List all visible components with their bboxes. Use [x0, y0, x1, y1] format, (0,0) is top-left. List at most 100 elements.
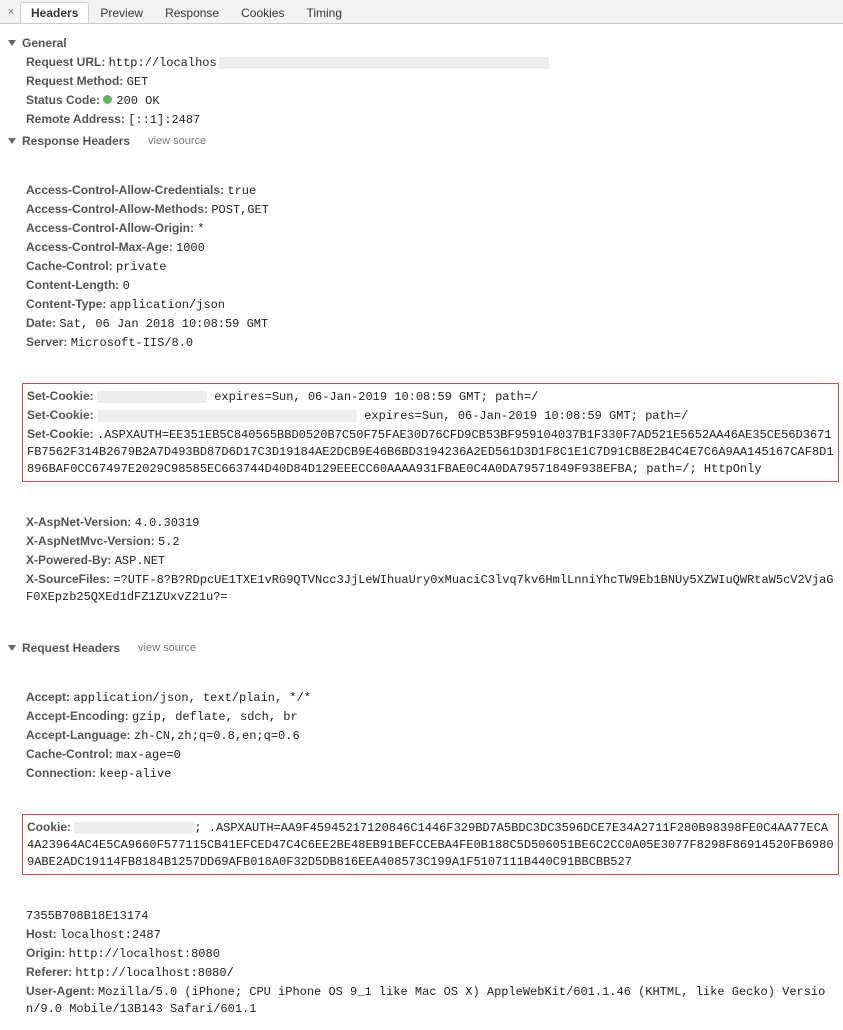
header-key: Cache-Control:	[26, 259, 116, 273]
header-key: Request URL:	[26, 55, 109, 69]
header-row: Request Method: GET	[26, 73, 835, 90]
header-row: Set-Cookie: . expires=Sun, 06-Jan-2019 1…	[27, 388, 834, 405]
header-key: Access-Control-Allow-Origin:	[26, 221, 197, 235]
header-value: 200 OK	[116, 94, 159, 108]
header-row: Host: localhost:2487	[26, 926, 835, 943]
request-rows: Accept: application/json, text/plain, */…	[8, 659, 835, 1030]
tabbar: × HeadersPreviewResponseCookiesTiming	[0, 0, 843, 24]
header-row: X-SourceFiles: =?UTF-8?B?RDpcUE1TXE1vRG9…	[26, 571, 835, 605]
header-key: X-Powered-By:	[26, 553, 115, 567]
header-value: [::1]:2487	[128, 113, 200, 127]
panel-content: General Request URL: http://localhos.Req…	[0, 24, 843, 1030]
chevron-down-icon	[8, 40, 16, 46]
header-key: Content-Length:	[26, 278, 123, 292]
close-icon[interactable]: ×	[4, 5, 18, 19]
header-key: X-SourceFiles:	[26, 572, 113, 586]
header-value: gzip, deflate, sdch, br	[132, 710, 298, 724]
redacted-value: .	[97, 410, 357, 422]
header-key: Accept-Encoding:	[26, 709, 132, 723]
general-rows: Request URL: http://localhos.Request Met…	[8, 54, 835, 128]
view-source-link[interactable]: view source	[138, 642, 196, 654]
header-value: true	[227, 184, 256, 198]
header-key: Content-Type:	[26, 297, 110, 311]
header-value: max-age=0	[116, 748, 181, 762]
response-rows: Access-Control-Allow-Credentials: true Ac…	[8, 152, 835, 635]
header-key: Request Method:	[26, 74, 127, 88]
header-value: zh-CN,zh;q=0.8,en;q=0.6	[134, 729, 300, 743]
header-value: http://localhost:8080/	[75, 966, 233, 980]
header-value: private	[116, 260, 166, 274]
header-row: Cookie: .; .ASPXAUTH=AA9F45945217120846C…	[27, 819, 834, 870]
section-label: Request Headers	[22, 641, 120, 655]
header-key: Access-Control-Allow-Credentials:	[26, 183, 227, 197]
section-label: Response Headers	[22, 134, 130, 148]
header-key: Access-Control-Allow-Methods:	[26, 202, 211, 216]
header-row: Date: Sat, 06 Jan 2018 10:08:59 GMT	[26, 315, 835, 332]
header-row: Accept: application/json, text/plain, */…	[26, 689, 835, 706]
redacted-value: .	[74, 822, 194, 834]
header-value: 7355B708B18E13174	[26, 909, 148, 923]
header-key: Set-Cookie:	[27, 427, 97, 441]
tab-cookies[interactable]: Cookies	[230, 2, 295, 23]
header-row: Accept-Language: zh-CN,zh;q=0.8,en;q=0.6	[26, 727, 835, 744]
header-value: http://localhos	[109, 56, 217, 70]
header-value: application/json	[110, 298, 225, 312]
tab-response[interactable]: Response	[154, 2, 230, 23]
header-value: 1000	[176, 241, 205, 255]
header-key: Set-Cookie:	[27, 389, 97, 403]
header-row: Remote Address: [::1]:2487	[26, 111, 835, 128]
header-value: keep-alive	[99, 767, 171, 781]
header-row: Access-Control-Max-Age: 1000	[26, 239, 835, 256]
header-row: Set-Cookie: . expires=Sun, 06-Jan-2019 1…	[27, 407, 834, 424]
header-value: 5.2	[158, 535, 180, 549]
header-row: X-Powered-By: ASP.NET	[26, 552, 835, 569]
header-row: Origin: http://localhost:8080	[26, 945, 835, 962]
header-row: Content-Length: 0	[26, 277, 835, 294]
header-value: expires=Sun, 06-Jan-2019 10:08:59 GMT; p…	[357, 409, 688, 423]
header-key: Accept:	[26, 690, 73, 704]
header-value: *	[197, 222, 204, 236]
chevron-down-icon	[8, 645, 16, 651]
header-key: Remote Address:	[26, 112, 128, 126]
header-row: Cache-Control: private	[26, 258, 835, 275]
header-key: User-Agent:	[26, 984, 98, 998]
header-row: Content-Type: application/json	[26, 296, 835, 313]
header-value: 0	[123, 279, 130, 293]
redacted-value: .	[97, 391, 207, 403]
tab-preview[interactable]: Preview	[89, 2, 154, 23]
header-key: Server:	[26, 335, 71, 349]
header-key: Cookie:	[27, 820, 74, 834]
tab-timing[interactable]: Timing	[295, 2, 353, 23]
header-row: Access-Control-Allow-Methods: POST,GET	[26, 201, 835, 218]
header-key: Host:	[26, 927, 60, 941]
header-value: .ASPXAUTH=EE351EB5C840565BBD0520B7C50F75…	[27, 428, 834, 476]
header-value: POST,GET	[211, 203, 269, 217]
highlight-box-request: Cookie: .; .ASPXAUTH=AA9F45945217120846C…	[22, 814, 839, 875]
tab-headers[interactable]: Headers	[20, 2, 89, 23]
header-value: localhost:2487	[60, 928, 161, 942]
header-key: X-AspNetMvc-Version:	[26, 534, 158, 548]
header-key: Date:	[26, 316, 59, 330]
header-value: 4.0.30319	[135, 516, 200, 530]
header-row: Set-Cookie: .ASPXAUTH=EE351EB5C840565BBD…	[27, 426, 834, 477]
header-key: Origin:	[26, 946, 69, 960]
header-key: Cache-Control:	[26, 747, 116, 761]
header-key: Access-Control-Max-Age:	[26, 240, 176, 254]
header-row: Accept-Encoding: gzip, deflate, sdch, br	[26, 708, 835, 725]
section-response-title[interactable]: Response Headers view source	[8, 134, 835, 148]
view-source-link[interactable]: view source	[148, 135, 206, 147]
section-general-title[interactable]: General	[8, 36, 835, 50]
header-key: Connection:	[26, 766, 99, 780]
header-row: User-Agent: Mozilla/5.0 (iPhone; CPU iPh…	[26, 983, 835, 1017]
header-row: Access-Control-Allow-Origin: *	[26, 220, 835, 237]
header-value: ASP.NET	[115, 554, 165, 568]
section-request-title[interactable]: Request Headers view source	[8, 641, 835, 655]
header-value: Sat, 06 Jan 2018 10:08:59 GMT	[59, 317, 268, 331]
chevron-down-icon	[8, 138, 16, 144]
header-key: Status Code:	[26, 93, 103, 107]
header-key: Set-Cookie:	[27, 408, 97, 422]
header-value: GET	[127, 75, 149, 89]
header-row: Status Code: 200 OK	[26, 92, 835, 109]
header-value: =?UTF-8?B?RDpcUE1TXE1vRG9QTVNcc3JjLeWIhu…	[26, 573, 833, 604]
highlight-box-response: Set-Cookie: . expires=Sun, 06-Jan-2019 1…	[22, 383, 839, 482]
